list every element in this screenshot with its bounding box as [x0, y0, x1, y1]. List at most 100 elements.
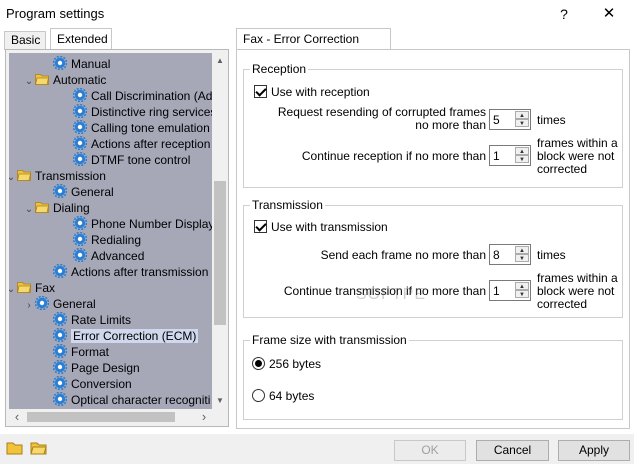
expander-icon[interactable]: ⌄: [9, 170, 17, 186]
spin-down-icon[interactable]: ▼: [515, 119, 529, 127]
save-folder-icon[interactable]: [30, 440, 48, 456]
tree-horizontal-scrollbar[interactable]: ‹ ›: [9, 409, 212, 425]
continue-transmission-value[interactable]: 1: [493, 284, 500, 298]
continue-reception-unit: frames within a block were not corrected: [537, 136, 618, 176]
spin-down-icon[interactable]: ▼: [515, 254, 529, 262]
tree-item[interactable]: Calling tone emulation: [61, 119, 210, 136]
ok-button[interactable]: OK: [394, 440, 466, 461]
spin-up-icon[interactable]: ▲: [515, 282, 529, 290]
tree-item[interactable]: Redialing: [61, 231, 141, 248]
scroll-up-arrow[interactable]: ▲: [212, 53, 228, 69]
help-button[interactable]: ?: [553, 4, 575, 24]
checkbox-box[interactable]: [254, 220, 267, 233]
transmission-group: Transmission Use with transmission Send …: [243, 198, 623, 318]
gear-icon: [52, 183, 68, 199]
tree-item[interactable]: Manual: [41, 55, 110, 72]
tree-item[interactable]: Conversion: [41, 375, 132, 392]
radio-64-bytes[interactable]: 64 bytes: [252, 389, 314, 403]
gear-icon: [72, 103, 88, 119]
gear-icon: [52, 311, 68, 327]
tree-item[interactable]: Format: [41, 343, 110, 360]
panel-tab[interactable]: Fax - Error Correction (ECM): [236, 28, 391, 66]
left-tab-strip: Basic Extended: [0, 28, 236, 50]
folder-open-icon: [16, 168, 32, 182]
tree-item-label: Optical character recogniti: [71, 393, 211, 407]
tree-item[interactable]: Rate Limits: [41, 311, 131, 328]
hscroll-thumb[interactable]: [27, 412, 175, 422]
tree-item[interactable]: ⌄ Transmission: [9, 168, 106, 184]
use-with-reception-checkbox[interactable]: Use with reception: [254, 84, 370, 100]
spin-down-icon[interactable]: ▼: [515, 290, 529, 298]
radio-circle[interactable]: [252, 357, 265, 370]
settings-panel: Reception Use with reception Request res…: [236, 49, 630, 429]
tree-item-label: Error Correction (ECM): [71, 329, 199, 343]
tree-item[interactable]: Actions after transmission: [41, 263, 208, 280]
tree-item[interactable]: General: [41, 183, 114, 200]
tree-item[interactable]: Advanced: [61, 247, 144, 264]
send-frame-value[interactable]: 8: [493, 248, 500, 262]
spin-up-icon[interactable]: ▲: [515, 111, 529, 119]
settings-tree-frame: Manual ⌄ Automatic Call Discrimination (Ada…: [5, 49, 229, 427]
spin-up-icon[interactable]: ▲: [515, 147, 529, 155]
gear-icon: [34, 295, 50, 311]
tab-basic[interactable]: Basic: [4, 31, 46, 50]
tree-item[interactable]: Error Correction (ECM): [41, 327, 199, 344]
spin-up-icon[interactable]: ▲: [515, 246, 529, 254]
tree-item[interactable]: › General: [23, 295, 96, 314]
tree-vertical-scrollbar[interactable]: ▲ ▼: [212, 53, 228, 409]
cancel-button[interactable]: Cancel: [476, 440, 549, 461]
continue-transmission-unit: frames within a block were not corrected: [537, 271, 618, 311]
tree-item-label: General: [71, 185, 114, 199]
gear-icon: [72, 247, 88, 263]
send-each-frame-label: Send each frame no more than: [320, 248, 486, 262]
gear-icon: [52, 359, 68, 375]
tree-item[interactable]: Call Discrimination (Ada: [61, 87, 212, 104]
expander-icon[interactable]: ⌄: [9, 282, 17, 298]
tree-item[interactable]: Optical character recogniti: [41, 391, 211, 408]
tree-item[interactable]: DTMF tone control: [61, 151, 191, 168]
tree-item[interactable]: ⌄ Automatic: [23, 72, 107, 90]
tree-item[interactable]: ⌄ Dialing: [23, 200, 90, 216]
bottom-bar: OK Cancel Apply: [0, 434, 634, 464]
send-frame-spinner[interactable]: 8 ▲ ▼: [489, 244, 531, 265]
resend-spinner[interactable]: 5 ▲ ▼: [489, 109, 531, 130]
tree-item[interactable]: Phone Number Display: [61, 215, 212, 232]
tab-extended[interactable]: Extended: [50, 28, 112, 50]
tree-item[interactable]: Actions after reception: [61, 135, 210, 152]
tree-item[interactable]: ⌄ Fax: [9, 280, 55, 296]
checkbox-box[interactable]: [254, 85, 267, 98]
radio-256-label: 256 bytes: [269, 357, 322, 371]
tree-item-label: Dialing: [53, 201, 90, 215]
open-folder-icon[interactable]: [6, 440, 24, 456]
continue-reception-value[interactable]: 1: [493, 149, 500, 163]
use-with-transmission-checkbox[interactable]: Use with transmission: [254, 219, 388, 235]
scroll-thumb[interactable]: [214, 181, 226, 325]
apply-button[interactable]: Apply: [558, 440, 630, 461]
tree-item-label: Distinctive ring services: [91, 105, 212, 119]
tree-item-label: Format: [71, 345, 110, 359]
scroll-right-arrow[interactable]: ›: [196, 409, 212, 425]
continue-reception-spinner[interactable]: 1 ▲ ▼: [489, 145, 531, 166]
radio-circle[interactable]: [252, 389, 265, 402]
resend-value[interactable]: 5: [493, 113, 500, 127]
reception-group: Reception Use with reception Request res…: [243, 62, 623, 188]
scroll-left-arrow[interactable]: ‹: [9, 409, 25, 425]
tree-item[interactable]: Page Design: [41, 359, 140, 376]
expander-icon[interactable]: ›: [23, 298, 35, 314]
tree-item-label: DTMF tone control: [91, 153, 191, 167]
expander-icon[interactable]: ⌄: [23, 202, 35, 218]
radio-256-bytes[interactable]: 256 bytes: [252, 357, 321, 371]
tree-item[interactable]: Distinctive ring services: [61, 103, 212, 120]
settings-tree[interactable]: Manual ⌄ Automatic Call Discrimination (Ada…: [9, 53, 212, 409]
gear-icon: [72, 135, 88, 151]
scroll-down-arrow[interactable]: ▼: [212, 393, 228, 409]
watermark: SOFTPE: [356, 286, 427, 303]
expander-icon[interactable]: ⌄: [23, 74, 35, 90]
close-button[interactable]: ✕: [598, 4, 620, 24]
tree-item-label: Fax: [35, 281, 56, 295]
gear-icon: [52, 55, 68, 71]
gear-icon: [72, 87, 88, 103]
continue-transmission-spinner[interactable]: 1 ▲ ▼: [489, 280, 531, 301]
gear-icon: [52, 263, 68, 279]
spin-down-icon[interactable]: ▼: [515, 155, 529, 163]
